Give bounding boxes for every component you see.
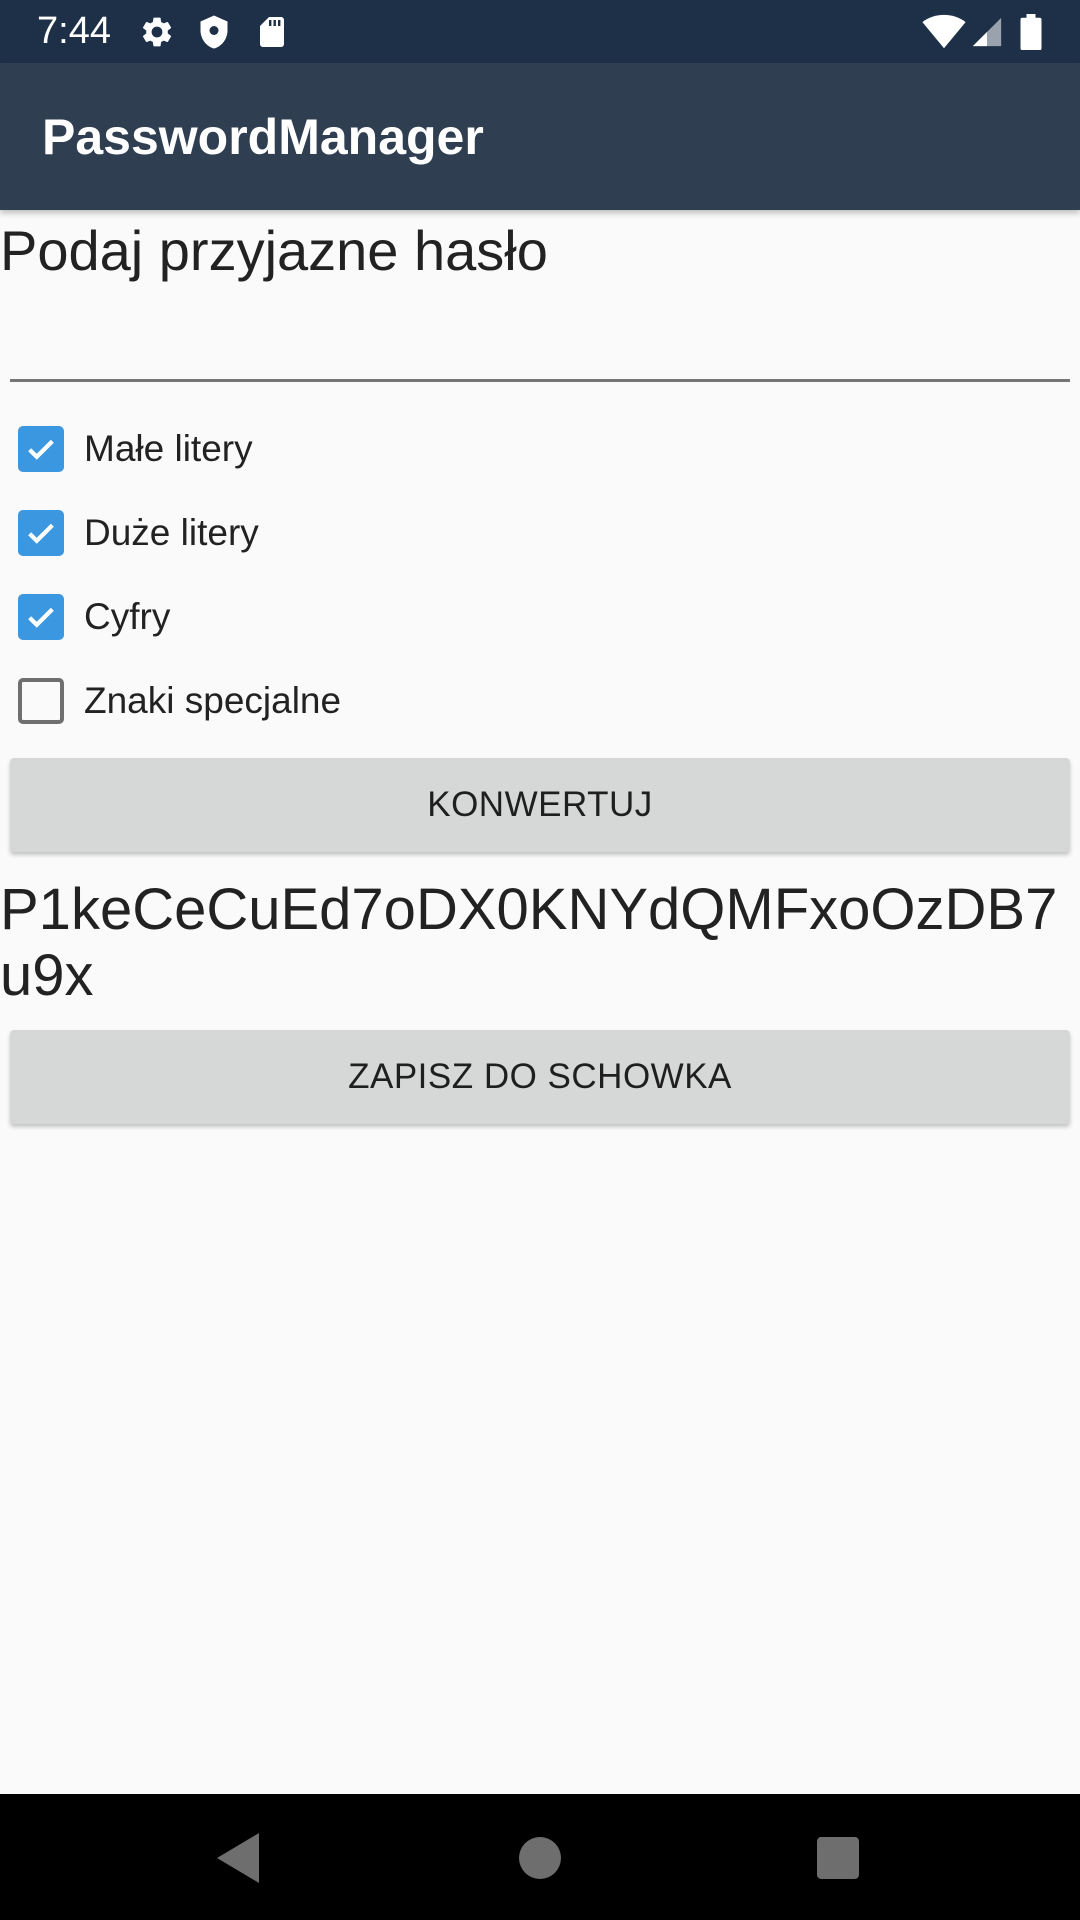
prompt-label: Podaj przyjazne hasło bbox=[0, 219, 548, 282]
checkbox-digits-row[interactable]: Cyfry bbox=[18, 592, 170, 642]
app-bar: PasswordManager bbox=[0, 63, 1080, 210]
sd-card-icon bbox=[254, 14, 290, 50]
gear-icon bbox=[139, 14, 175, 50]
checkbox-lowercase-row[interactable]: Małe litery bbox=[18, 424, 253, 474]
navigation-bar bbox=[0, 1794, 1080, 1920]
checkbox-uppercase-label: Duże litery bbox=[84, 512, 259, 553]
home-icon[interactable] bbox=[512, 1830, 568, 1886]
back-icon[interactable] bbox=[211, 1830, 267, 1886]
check-icon bbox=[28, 523, 54, 544]
checkbox-uppercase-row[interactable]: Duże litery bbox=[18, 508, 259, 558]
recents-icon[interactable] bbox=[810, 1830, 866, 1886]
check-icon bbox=[28, 607, 54, 628]
password-input[interactable] bbox=[10, 310, 1070, 382]
checkbox-special-label: Znaki specjalne bbox=[84, 680, 342, 721]
status-bar: 7:44 bbox=[0, 0, 1080, 63]
check-icon bbox=[28, 439, 54, 460]
checkbox-special-row[interactable]: Znaki specjalne bbox=[18, 676, 341, 726]
checkbox-special[interactable] bbox=[18, 678, 64, 724]
app-title: PasswordManager bbox=[42, 109, 484, 165]
copy-to-clipboard-button[interactable]: ZAPISZ DO SCHOWKA bbox=[10, 1030, 1070, 1124]
checkbox-uppercase[interactable] bbox=[18, 510, 64, 556]
screen: 7:44 PasswordManager Podaj przyjazne has… bbox=[0, 0, 1080, 1920]
generated-password: P1keCeCuEd7oDX0KNYdQMFxoOzDB7u9x bbox=[0, 877, 1058, 1008]
signal-icon bbox=[970, 14, 1006, 50]
checkbox-digits[interactable] bbox=[18, 594, 64, 640]
wifi-icon bbox=[922, 14, 966, 50]
checkbox-lowercase-label: Małe litery bbox=[84, 428, 253, 469]
checkbox-digits-label: Cyfry bbox=[84, 596, 171, 637]
battery-icon bbox=[1018, 14, 1044, 50]
convert-button[interactable]: KONWERTUJ bbox=[10, 758, 1070, 852]
shield-icon bbox=[196, 14, 232, 50]
checkbox-lowercase[interactable] bbox=[18, 426, 64, 472]
status-time: 7:44 bbox=[37, 10, 111, 52]
